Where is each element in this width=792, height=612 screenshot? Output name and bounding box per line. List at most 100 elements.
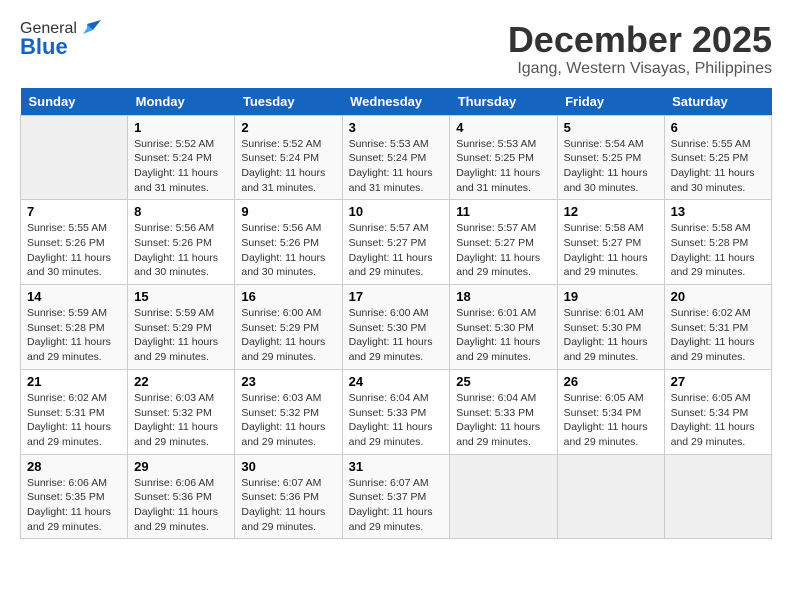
day-info: Sunrise: 6:02 AMSunset: 5:31 PMDaylight:… xyxy=(671,306,765,365)
day-number: 2 xyxy=(241,120,335,135)
day-number: 25 xyxy=(456,374,550,389)
day-info: Sunrise: 5:56 AMSunset: 5:26 PMDaylight:… xyxy=(241,221,335,280)
header-saturday: Saturday xyxy=(664,88,771,116)
day-info: Sunrise: 5:53 AMSunset: 5:25 PMDaylight:… xyxy=(456,137,550,196)
day-info: Sunrise: 6:05 AMSunset: 5:34 PMDaylight:… xyxy=(671,391,765,450)
day-number: 23 xyxy=(241,374,335,389)
day-info: Sunrise: 6:06 AMSunset: 5:35 PMDaylight:… xyxy=(27,476,121,535)
day-info: Sunrise: 5:55 AMSunset: 5:26 PMDaylight:… xyxy=(27,221,121,280)
calendar-cell: 23 Sunrise: 6:03 AMSunset: 5:32 PMDayligh… xyxy=(235,369,342,454)
day-info: Sunrise: 5:58 AMSunset: 5:27 PMDaylight:… xyxy=(564,221,658,280)
day-info: Sunrise: 6:00 AMSunset: 5:30 PMDaylight:… xyxy=(349,306,444,365)
header-thursday: Thursday xyxy=(450,88,557,116)
calendar-cell: 5Sunrise: 5:54 AMSunset: 5:25 PMDaylight… xyxy=(557,115,664,200)
calendar-cell: 24 Sunrise: 6:04 AMSunset: 5:33 PMDayligh… xyxy=(342,369,450,454)
day-info: Sunrise: 5:56 AMSunset: 5:26 PMDaylight:… xyxy=(134,221,228,280)
calendar-cell: 12 Sunrise: 5:58 AMSunset: 5:27 PMDayligh… xyxy=(557,200,664,285)
calendar-cell: 31 Sunrise: 6:07 AMSunset: 5:37 PMDayligh… xyxy=(342,454,450,539)
calendar-cell: 1Sunrise: 5:52 AMSunset: 5:24 PMDaylight… xyxy=(128,115,235,200)
calendar-cell: 14 Sunrise: 5:59 AMSunset: 5:28 PMDayligh… xyxy=(21,285,128,370)
calendar-cell: 22Sunrise: 6:03 AMSunset: 5:32 PMDayligh… xyxy=(128,369,235,454)
logo: General Blue xyxy=(20,20,101,60)
day-number: 24 xyxy=(349,374,444,389)
day-number: 22 xyxy=(134,374,228,389)
main-title: December 2025 xyxy=(508,20,772,60)
day-number: 27 xyxy=(671,374,765,389)
calendar-week-row: 28 Sunrise: 6:06 AMSunset: 5:35 PMDayligh… xyxy=(21,454,772,539)
day-number: 14 xyxy=(27,289,121,304)
calendar-cell: 29Sunrise: 6:06 AMSunset: 5:36 PMDayligh… xyxy=(128,454,235,539)
day-number: 11 xyxy=(456,204,550,219)
calendar-cell: 17 Sunrise: 6:00 AMSunset: 5:30 PMDayligh… xyxy=(342,285,450,370)
calendar-cell xyxy=(557,454,664,539)
day-info: Sunrise: 5:57 AMSunset: 5:27 PMDaylight:… xyxy=(456,221,550,280)
day-number: 13 xyxy=(671,204,765,219)
calendar-cell: 28 Sunrise: 6:06 AMSunset: 5:35 PMDayligh… xyxy=(21,454,128,539)
day-number: 10 xyxy=(349,204,444,219)
day-info: Sunrise: 6:00 AMSunset: 5:29 PMDaylight:… xyxy=(241,306,335,365)
day-number: 15 xyxy=(134,289,228,304)
calendar-header-row: SundayMondayTuesdayWednesdayThursdayFrid… xyxy=(21,88,772,116)
day-number: 19 xyxy=(564,289,658,304)
calendar-cell: 10 Sunrise: 5:57 AMSunset: 5:27 PMDayligh… xyxy=(342,200,450,285)
calendar-cell: 21Sunrise: 6:02 AMSunset: 5:31 PMDayligh… xyxy=(21,369,128,454)
day-info: Sunrise: 5:57 AMSunset: 5:27 PMDaylight:… xyxy=(349,221,444,280)
calendar-cell: 8 Sunrise: 5:56 AMSunset: 5:26 PMDaylight… xyxy=(128,200,235,285)
day-number: 6 xyxy=(671,120,765,135)
header-monday: Monday xyxy=(128,88,235,116)
calendar-week-row: 21Sunrise: 6:02 AMSunset: 5:31 PMDayligh… xyxy=(21,369,772,454)
day-info: Sunrise: 5:53 AMSunset: 5:24 PMDaylight:… xyxy=(349,137,444,196)
calendar-cell: 19 Sunrise: 6:01 AMSunset: 5:30 PMDayligh… xyxy=(557,285,664,370)
calendar-table: SundayMondayTuesdayWednesdayThursdayFrid… xyxy=(20,88,772,540)
calendar-cell: 25 Sunrise: 6:04 AMSunset: 5:33 PMDayligh… xyxy=(450,369,557,454)
day-number: 17 xyxy=(349,289,444,304)
subtitle: Igang, Western Visayas, Philippines xyxy=(508,60,772,78)
calendar-cell: 3 Sunrise: 5:53 AMSunset: 5:24 PMDaylight… xyxy=(342,115,450,200)
calendar-cell: 4 Sunrise: 5:53 AMSunset: 5:25 PMDaylight… xyxy=(450,115,557,200)
day-number: 3 xyxy=(349,120,444,135)
header-sunday: Sunday xyxy=(21,88,128,116)
header-tuesday: Tuesday xyxy=(235,88,342,116)
calendar-week-row: 1Sunrise: 5:52 AMSunset: 5:24 PMDaylight… xyxy=(21,115,772,200)
day-number: 28 xyxy=(27,459,121,474)
day-info: Sunrise: 6:07 AMSunset: 5:36 PMDaylight:… xyxy=(241,476,335,535)
day-number: 16 xyxy=(241,289,335,304)
day-number: 4 xyxy=(456,120,550,135)
day-number: 9 xyxy=(241,204,335,219)
calendar-cell: 6Sunrise: 5:55 AMSunset: 5:25 PMDaylight… xyxy=(664,115,771,200)
calendar-cell: 2Sunrise: 5:52 AMSunset: 5:24 PMDaylight… xyxy=(235,115,342,200)
calendar-cell: 16 Sunrise: 6:00 AMSunset: 5:29 PMDayligh… xyxy=(235,285,342,370)
calendar-cell xyxy=(664,454,771,539)
day-info: Sunrise: 6:04 AMSunset: 5:33 PMDaylight:… xyxy=(349,391,444,450)
day-info: Sunrise: 6:05 AMSunset: 5:34 PMDaylight:… xyxy=(564,391,658,450)
calendar-cell: 26Sunrise: 6:05 AMSunset: 5:34 PMDayligh… xyxy=(557,369,664,454)
day-number: 31 xyxy=(349,459,444,474)
calendar-week-row: 14 Sunrise: 5:59 AMSunset: 5:28 PMDayligh… xyxy=(21,285,772,370)
page-header: General Blue December 2025 Igang, Wester… xyxy=(20,20,772,78)
logo-bird-icon xyxy=(79,20,101,38)
day-info: Sunrise: 5:59 AMSunset: 5:28 PMDaylight:… xyxy=(27,306,121,365)
day-number: 20 xyxy=(671,289,765,304)
header-friday: Friday xyxy=(557,88,664,116)
day-number: 8 xyxy=(134,204,228,219)
calendar-cell xyxy=(21,115,128,200)
header-wednesday: Wednesday xyxy=(342,88,450,116)
day-info: Sunrise: 6:01 AMSunset: 5:30 PMDaylight:… xyxy=(564,306,658,365)
day-info: Sunrise: 6:02 AMSunset: 5:31 PMDaylight:… xyxy=(27,391,121,450)
calendar-cell: 27 Sunrise: 6:05 AMSunset: 5:34 PMDayligh… xyxy=(664,369,771,454)
day-info: Sunrise: 6:03 AMSunset: 5:32 PMDaylight:… xyxy=(241,391,335,450)
day-info: Sunrise: 5:54 AMSunset: 5:25 PMDaylight:… xyxy=(564,137,658,196)
day-info: Sunrise: 6:04 AMSunset: 5:33 PMDaylight:… xyxy=(456,391,550,450)
calendar-cell: 18Sunrise: 6:01 AMSunset: 5:30 PMDayligh… xyxy=(450,285,557,370)
calendar-week-row: 7 Sunrise: 5:55 AMSunset: 5:26 PMDaylight… xyxy=(21,200,772,285)
day-number: 12 xyxy=(564,204,658,219)
day-number: 29 xyxy=(134,459,228,474)
day-number: 1 xyxy=(134,120,228,135)
calendar-cell: 30Sunrise: 6:07 AMSunset: 5:36 PMDayligh… xyxy=(235,454,342,539)
day-info: Sunrise: 5:59 AMSunset: 5:29 PMDaylight:… xyxy=(134,306,228,365)
calendar-cell: 15 Sunrise: 5:59 AMSunset: 5:29 PMDayligh… xyxy=(128,285,235,370)
day-number: 7 xyxy=(27,204,121,219)
day-info: Sunrise: 5:58 AMSunset: 5:28 PMDaylight:… xyxy=(671,221,765,280)
day-info: Sunrise: 6:07 AMSunset: 5:37 PMDaylight:… xyxy=(349,476,444,535)
logo-blue-text: Blue xyxy=(20,34,68,60)
